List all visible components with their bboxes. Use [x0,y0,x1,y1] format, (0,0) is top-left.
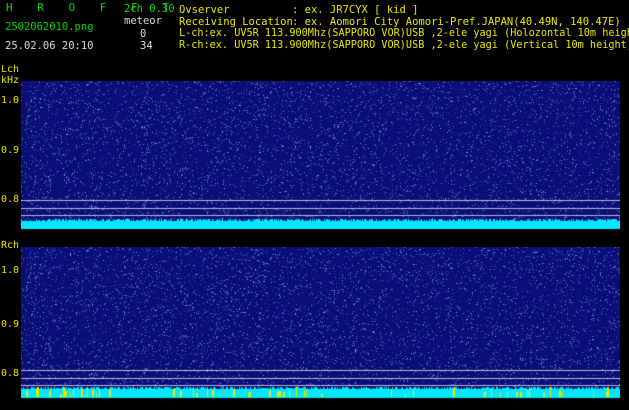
rch-spectrogram-canvas [21,247,620,400]
app-version: 2ch 0.30 [124,3,175,15]
location-value: : ex. Aomori City Aomori-Pref.JAPAN(40.4… [292,16,621,28]
lch-unit: kHz [1,75,20,86]
rch-description: R-ch:ex. UV5R 113.900Mhz(SAPPORO VOR)USB… [179,40,629,51]
rch-label: Rch [1,240,20,251]
rch-tick-1-0: 1.0 [1,265,20,276]
meteor-rch-count: 34 [140,40,153,52]
file-name: 2502062010.png [5,21,94,33]
rch-tick-0-8: 0.8 [1,368,20,379]
lch-label: Lch [1,64,20,75]
observer-value: : ex. JR7CYX [ kid ] [292,4,419,16]
meteor-lch-count: 0 [140,28,147,40]
file-datetime: 25.02.06 20:10 [5,40,94,52]
lch-spectrogram-canvas [21,81,620,231]
location-label: Receiving Location [179,16,293,28]
meteor-label: meteor [124,15,162,27]
lch-tick-0-9: 0.9 [1,145,20,156]
rch-spectrogram [21,247,620,400]
rch-tick-0-9: 0.9 [1,319,20,330]
lch-description: L-ch:ex. UV5R 113.900Mhz(SAPPORO VOR)USB… [179,28,629,39]
lch-tick-1-0: 1.0 [1,95,20,106]
lch-spectrogram [21,81,620,231]
lch-tick-0-8: 0.8 [1,194,20,205]
observer-label: Ovserver [179,4,230,16]
